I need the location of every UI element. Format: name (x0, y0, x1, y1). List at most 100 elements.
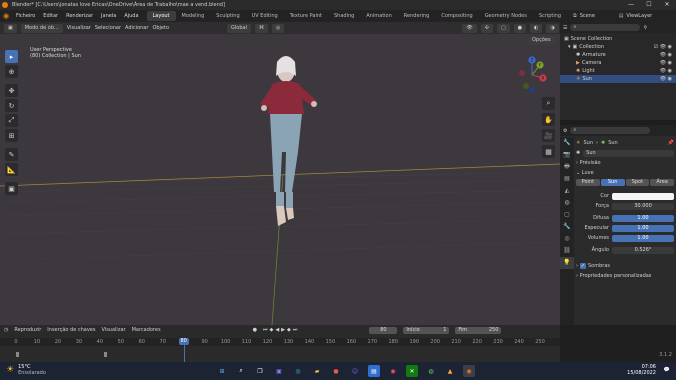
keying-menu[interactable]: Inserção de chaves (47, 327, 95, 333)
vlc-icon[interactable]: ▲ (444, 365, 456, 377)
tab-shading[interactable]: Shading (328, 11, 360, 21)
tab-scripting[interactable]: Scripting (533, 11, 567, 21)
firefox-icon[interactable]: ● (330, 365, 342, 377)
cursor-icon[interactable]: ⊕ (5, 65, 18, 78)
tab-object-icon[interactable]: ▢ (560, 209, 574, 221)
start-frame-field[interactable]: Início 1 (403, 326, 450, 334)
discord-icon[interactable]: ☺ (349, 365, 361, 377)
view-menu[interactable]: Visualizar (102, 327, 126, 333)
volume-field[interactable]: 1.00 (612, 234, 674, 242)
current-frame-field[interactable]: 80 (369, 326, 398, 334)
zoom-icon[interactable]: ⌕ (542, 97, 555, 110)
shading-rendered-icon[interactable]: ◑ (546, 23, 559, 33)
visibility-icon[interactable]: 👁 ◉ (660, 59, 676, 67)
chrome-icon[interactable]: ◍ (425, 365, 437, 377)
jump-end-icon[interactable]: ⏭ (293, 327, 298, 333)
tab-world-icon[interactable]: ◍ (560, 197, 574, 209)
maximize-button[interactable]: ☐ (640, 0, 658, 10)
view-menu[interactable]: Visualizar (67, 25, 91, 31)
tab-light-data-icon[interactable]: 💡 (560, 257, 574, 269)
end-frame-field[interactable]: Fim 250 (455, 326, 502, 334)
outliner-row-collection[interactable]: ▾ ▣ Collection ☑ 👁 ◉ (560, 43, 676, 51)
visibility-icon[interactable]: ☑ 👁 ◉ (654, 43, 676, 51)
specular-field[interactable]: 1.00 (612, 224, 674, 232)
tab-modeling[interactable]: Modeling (176, 11, 211, 21)
datablock-name-field[interactable]: Sun (583, 149, 674, 157)
tab-compositing[interactable]: Compositing (435, 11, 478, 21)
menu-help[interactable]: Ajuda (120, 13, 142, 19)
transform-icon[interactable]: ⊞ (5, 129, 18, 142)
task-view-icon[interactable]: ❐ (254, 365, 266, 377)
snap-icon[interactable]: ⌘ (255, 23, 268, 33)
visibility-icon[interactable]: 👁 (462, 23, 477, 33)
outliner-search-input[interactable]: ⌕ (570, 24, 641, 31)
shading-material-icon[interactable]: ◐ (530, 23, 543, 33)
tab-uv-editing[interactable]: UV Editing (246, 11, 284, 21)
character-model[interactable] (252, 42, 324, 232)
custom-props-panel-header[interactable]: › Propriedades personalizadas (576, 271, 674, 281)
tab-texture-paint[interactable]: Texture Paint (284, 11, 328, 21)
weather-widget[interactable]: ☀ 15°C Ensolarado (6, 364, 46, 376)
tab-tool-icon[interactable]: 🔧 (560, 137, 574, 149)
shadows-checkbox[interactable]: ✓ (580, 263, 586, 269)
markers-menu[interactable]: Marcadores (132, 327, 161, 333)
tab-output-icon[interactable]: 🖶 (560, 161, 574, 173)
record-icon[interactable]: ● (253, 327, 257, 333)
light-type-spot[interactable]: Spot (625, 179, 650, 186)
properties-editor-icon[interactable]: ⚙ (563, 128, 567, 134)
store-icon[interactable]: ▤ (368, 365, 380, 377)
pan-hand-icon[interactable]: ✋ (542, 113, 555, 126)
prev-key-icon[interactable]: ◆ (269, 327, 273, 333)
outliner-row-light[interactable]: ✺ Light 👁 ◉ (560, 67, 676, 75)
edge-icon[interactable]: ◎ (292, 365, 304, 377)
annotate-icon[interactable]: ✎ (5, 148, 18, 161)
tab-constraints-icon[interactable]: ⛓ (560, 245, 574, 257)
minimize-button[interactable]: — (622, 0, 640, 10)
visibility-icon[interactable]: 👁 ◉ (660, 75, 676, 83)
transform-orientation[interactable]: Global (227, 23, 251, 33)
viewlayer-selector[interactable]: ViewLayer (623, 13, 655, 19)
jump-start-icon[interactable]: ⏮ (263, 327, 268, 333)
object-menu[interactable]: Objeto (152, 25, 169, 31)
play-icon[interactable]: ▶ (281, 327, 285, 333)
light-datablock-icon[interactable]: ✺ (576, 148, 580, 158)
scrollbar-handle-left[interactable] (16, 352, 19, 357)
blender-menu-icon[interactable]: ◉ (0, 12, 12, 20)
properties-search-input[interactable]: ⌕ (570, 127, 651, 134)
perspective-grid-icon[interactable]: ▦ (542, 145, 555, 158)
shading-solid-icon[interactable]: ● (513, 23, 527, 33)
preview-panel-header[interactable]: › Prévisão (576, 158, 674, 168)
3d-viewport[interactable]: ▣ Modo de ob... Visualizar Selecionar Ad… (0, 22, 560, 325)
notification-icon[interactable]: 💬 (664, 367, 670, 373)
menu-edit[interactable]: Editar (39, 13, 62, 19)
outliner-row-armature[interactable]: ✱ Armature 👁 ◉ (560, 51, 676, 59)
camera-view-icon[interactable]: 🎥 (542, 129, 555, 142)
playhead-frame-label[interactable]: 80 (178, 338, 189, 345)
outliner-row-camera[interactable]: ▶ Camera 👁 ◉ (560, 59, 676, 67)
blender-taskbar-icon[interactable]: ◉ (463, 365, 475, 377)
editor-type-button[interactable]: ▣ (4, 23, 17, 33)
gizmo-toggle-icon[interactable]: ✣ (480, 23, 493, 33)
move-icon[interactable]: ✥ (5, 84, 18, 97)
tab-view-layer-icon[interactable]: ▤ (560, 173, 574, 185)
add-cube-icon[interactable]: ▣ (5, 182, 18, 195)
light-type-area[interactable]: Área (650, 179, 674, 186)
menu-file[interactable]: Ficheiro (12, 13, 39, 19)
scale-icon[interactable]: ⤢ (5, 114, 18, 127)
next-key-icon[interactable]: ◆ (287, 327, 291, 333)
teams-icon[interactable]: ▣ (273, 365, 285, 377)
playback-menu[interactable]: Reproduzir (14, 327, 41, 333)
shadows-panel-header[interactable]: › ✓ Sombras (576, 261, 674, 271)
add-menu[interactable]: Adicionar (125, 25, 148, 31)
close-button[interactable]: ✕ (658, 0, 676, 10)
outliner-editor-icon[interactable]: ☰ (563, 25, 567, 31)
visibility-icon[interactable]: 👁 ◉ (660, 67, 676, 75)
proportional-edit-icon[interactable]: ◎ (272, 23, 285, 33)
tab-render-icon[interactable]: 📷 (560, 149, 574, 161)
tab-physics-icon[interactable]: ◎ (560, 233, 574, 245)
app-icon[interactable]: ◉ (387, 365, 399, 377)
tab-animation[interactable]: Animation (360, 11, 398, 21)
light-type-sun[interactable]: Sun (600, 179, 625, 186)
clock[interactable]: 07:06 15/08/2022 (627, 364, 656, 376)
navigation-gizmo[interactable]: X Y Z (513, 56, 551, 94)
